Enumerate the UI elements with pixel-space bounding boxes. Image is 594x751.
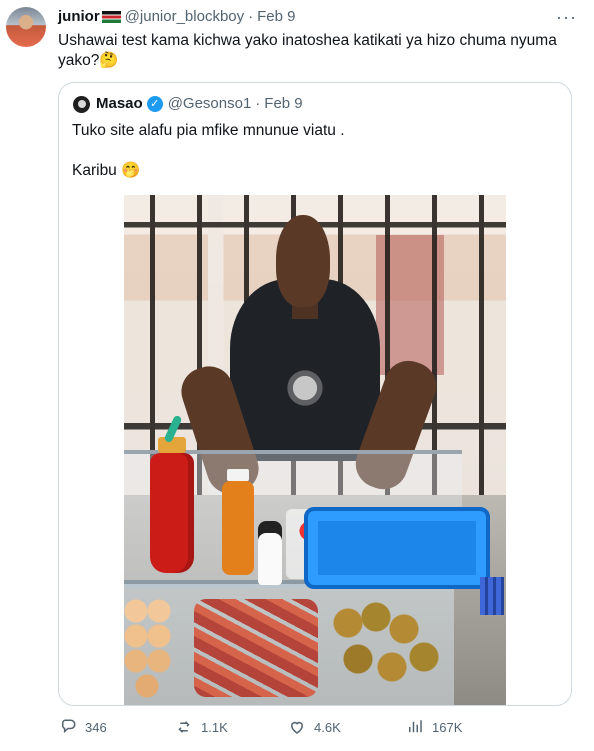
like-button[interactable]: 4.6K xyxy=(287,717,341,737)
quoted-author-handle[interactable]: @Gesonso1 xyxy=(168,95,252,112)
author-name[interactable]: junior xyxy=(58,8,100,25)
reply-count: 346 xyxy=(85,719,107,735)
quoted-author-name[interactable]: Masao xyxy=(96,95,143,112)
views-icon xyxy=(405,717,425,737)
quoted-date-separator: · xyxy=(255,95,261,112)
blue-crate xyxy=(480,577,504,615)
kenya-flag-icon xyxy=(101,10,121,23)
tweet-date[interactable]: Feb 9 xyxy=(257,8,295,25)
tweet-text-line-1: Ushawai test kama kichwa yako inatoshea … xyxy=(58,32,557,49)
quoted-author-avatar[interactable] xyxy=(73,96,90,113)
tweet-text: Ushawai test kama kichwa yako inatoshea … xyxy=(58,31,558,71)
sauce-bottle xyxy=(222,469,254,575)
quoted-tweet-card[interactable]: Masao ✓ @Gesonso1 · Feb 9 Tuko site alaf… xyxy=(58,82,572,706)
fried-snacks xyxy=(332,599,444,705)
date-separator: · xyxy=(248,8,254,25)
quoted-tweet-photo[interactable] xyxy=(124,195,506,705)
like-count: 4.6K xyxy=(314,719,341,735)
views-count: 167K xyxy=(432,719,463,735)
more-options-icon[interactable]: ··· xyxy=(556,7,577,28)
ketchup-bottle xyxy=(150,437,194,573)
verified-badge-icon: ✓ xyxy=(146,95,163,112)
quoted-text-line-1: Tuko site alafu pia mfike mnunue viatu . xyxy=(72,122,345,139)
sausages xyxy=(194,599,318,697)
quoted-tweet-header: Masao ✓ @Gesonso1 · Feb 9 xyxy=(96,95,303,112)
reply-button[interactable]: 346 xyxy=(58,717,107,737)
author-avatar[interactable] xyxy=(6,7,46,47)
salt-shaker xyxy=(258,521,282,585)
tweet-text-line-2: yako?🤔 xyxy=(58,52,119,69)
blue-tray xyxy=(304,507,490,589)
views-button[interactable]: 167K xyxy=(405,717,462,737)
repost-icon xyxy=(174,717,194,737)
tshirt-logo xyxy=(277,360,333,416)
quoted-text-line-2: Karibu 🤭 xyxy=(72,162,141,179)
author-handle[interactable]: @junior_blockboy xyxy=(125,8,244,25)
boiled-eggs xyxy=(124,593,186,705)
tweet-header: junior @junior_blockboy · Feb 9 xyxy=(58,8,296,25)
man-head xyxy=(276,215,330,307)
repost-count: 1.1K xyxy=(201,719,228,735)
repost-button[interactable]: 1.1K xyxy=(174,717,228,737)
quoted-tweet-date[interactable]: Feb 9 xyxy=(264,95,302,112)
reply-icon xyxy=(58,717,78,737)
heart-icon xyxy=(287,717,307,737)
quoted-tweet-text: Tuko site alafu pia mfike mnunue viatu .… xyxy=(72,121,552,181)
tweet-actions: 346 1.1K 4.6K 167K xyxy=(58,717,571,749)
